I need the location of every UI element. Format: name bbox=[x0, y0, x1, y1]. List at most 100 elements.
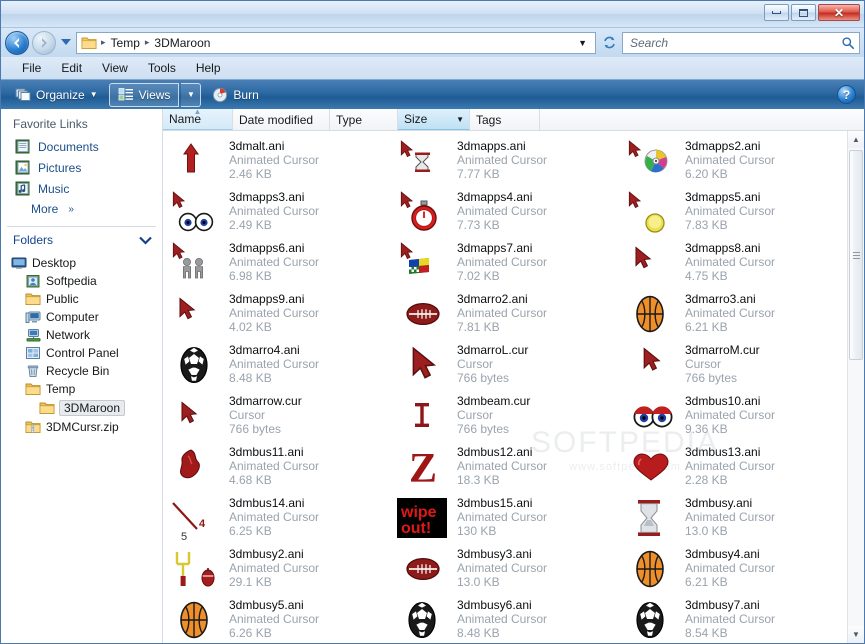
column-header-size[interactable]: Size ▼ bbox=[398, 109, 470, 130]
file-size: 7.77 KB bbox=[456, 167, 500, 181]
file-name: 3dmapps3.ani bbox=[229, 190, 305, 204]
file-icon bbox=[167, 444, 223, 490]
file-name: 3dmapps4.ani bbox=[456, 190, 533, 204]
breadcrumb-temp[interactable]: Temp bbox=[107, 35, 144, 51]
history-dropdown-button[interactable] bbox=[59, 31, 73, 55]
breadcrumb-3dmaroon[interactable]: 3DMaroon bbox=[150, 35, 214, 51]
forward-button[interactable] bbox=[32, 30, 56, 55]
scroll-up-button[interactable]: ▲ bbox=[848, 131, 864, 148]
tree-item-desktop[interactable]: Desktop bbox=[1, 254, 162, 272]
scrollbar-thumb[interactable] bbox=[849, 150, 863, 361]
tree-item-softpedia[interactable]: Softpedia bbox=[1, 272, 162, 290]
computer-icon bbox=[25, 311, 41, 323]
back-button[interactable] bbox=[5, 30, 29, 55]
file-tile[interactable]: 3dmbeam.cur Cursor 766 bytes bbox=[391, 390, 619, 441]
file-tile[interactable]: 3dmbusy6.ani Animated Cursor 8.48 KB bbox=[391, 594, 619, 643]
file-meta: 3dmarroL.cur Cursor 766 bytes bbox=[455, 342, 613, 386]
file-icon bbox=[167, 189, 223, 235]
file-tile[interactable]: 3dmbus10.ani Animated Cursor 9.36 KB bbox=[619, 390, 847, 441]
file-tile[interactable]: 3dmapps6.ani Animated Cursor 6.98 KB bbox=[163, 237, 391, 288]
column-header-date-modified[interactable]: Date modified bbox=[233, 109, 330, 130]
file-tile[interactable]: 3dmarro4.ani Animated Cursor 8.48 KB bbox=[163, 339, 391, 390]
menu-view[interactable]: View bbox=[93, 59, 137, 77]
file-meta: 3dmbus12.ani Animated Cursor 18.3 KB bbox=[455, 444, 613, 488]
breadcrumb[interactable]: ▸ Temp ▸ 3DMaroon ▼ bbox=[76, 31, 596, 54]
tree-item-network[interactable]: Network bbox=[1, 326, 162, 344]
file-tile[interactable]: 3dmapps5.ani Animated Cursor 7.83 KB bbox=[619, 186, 847, 237]
scrollbar-track[interactable] bbox=[848, 148, 864, 626]
file-tile[interactable]: 3dmapps9.ani Animated Cursor 4.02 KB bbox=[163, 288, 391, 339]
search-box[interactable]: Search bbox=[622, 31, 860, 54]
tree-item-temp[interactable]: Temp bbox=[1, 380, 162, 398]
file-tile[interactable]: 3dmarroL.cur Cursor 766 bytes bbox=[391, 339, 619, 390]
file-meta: 3dmarrow.cur Cursor 766 bytes bbox=[227, 393, 385, 437]
sidebar-item-music[interactable]: Music bbox=[1, 178, 162, 199]
file-tile[interactable]: Z 3dmbus12.ani Animated Cursor 18.3 KB bbox=[391, 441, 619, 492]
file-tile[interactable]: 3dmapps7.ani Animated Cursor 7.02 KB bbox=[391, 237, 619, 288]
folders-section-header[interactable]: Folders bbox=[1, 227, 162, 253]
file-tile[interactable]: 3dmapps4.ani Animated Cursor 7.73 KB bbox=[391, 186, 619, 237]
tree-item-3dmaroon[interactable]: 3DMaroon bbox=[1, 398, 162, 418]
minimize-button[interactable] bbox=[764, 4, 789, 21]
burn-button[interactable]: Burn bbox=[203, 83, 267, 107]
help-button[interactable]: ? bbox=[837, 85, 856, 104]
file-tile[interactable]: 3dmapps2.ani Animated Cursor 6.20 KB bbox=[619, 135, 847, 186]
file-tile[interactable]: 3dmbusy4.ani Animated Cursor 6.21 KB bbox=[619, 543, 847, 594]
tree-item-public[interactable]: Public bbox=[1, 290, 162, 308]
file-tile[interactable]: 3dmbus11.ani Animated Cursor 4.68 KB bbox=[163, 441, 391, 492]
views-dropdown-button[interactable]: ▼ bbox=[181, 82, 202, 107]
soccerball-icon bbox=[180, 347, 208, 383]
close-button[interactable]: ✕ bbox=[818, 4, 860, 21]
file-name: 3dmapps2.ani bbox=[684, 139, 761, 153]
file-tile[interactable]: 3dmbus13.ani Animated Cursor 2.28 KB bbox=[619, 441, 847, 492]
views-button[interactable]: Views bbox=[108, 82, 180, 107]
wipe-out-icon: wipeout! bbox=[396, 498, 447, 538]
file-tile[interactable]: 3dmarro3.ani Animated Cursor 6.21 KB bbox=[619, 288, 847, 339]
menu-tools[interactable]: Tools bbox=[139, 59, 185, 77]
menu-help[interactable]: Help bbox=[187, 59, 230, 77]
file-meta: 3dmapps4.ani Animated Cursor 7.73 KB bbox=[455, 189, 613, 233]
scroll-down-button[interactable]: ▼ bbox=[848, 626, 864, 643]
maximize-button[interactable] bbox=[791, 4, 816, 21]
breadcrumb-dropdown-icon[interactable]: ▼ bbox=[573, 38, 592, 48]
tree-item-computer[interactable]: Computer bbox=[1, 308, 162, 326]
file-tile[interactable]: 4 5 3dmbus14.ani Animated Cursor 6.25 KB bbox=[163, 492, 391, 543]
sidebar-item-more[interactable]: More » bbox=[1, 199, 162, 219]
tree-item-control-panel[interactable]: Control Panel bbox=[1, 344, 162, 362]
file-type: Animated Cursor bbox=[684, 612, 776, 626]
search-input[interactable]: Search bbox=[630, 36, 841, 50]
file-type: Animated Cursor bbox=[456, 204, 548, 218]
column-header-name[interactable]: ▲ Name bbox=[163, 107, 233, 130]
folders-title: Folders bbox=[13, 233, 54, 247]
menu-edit[interactable]: Edit bbox=[52, 59, 91, 77]
file-tile[interactable]: 3dmbusy.ani Animated Cursor 13.0 KB bbox=[619, 492, 847, 543]
tree-item-3dmcursr-zip[interactable]: 3DMCursr.zip bbox=[1, 418, 162, 436]
organize-button[interactable]: Organize ▼ bbox=[6, 83, 107, 107]
menu-file[interactable]: File bbox=[13, 59, 50, 77]
vertical-scrollbar[interactable]: ▲ ▼ bbox=[847, 131, 864, 643]
goalpost-icon bbox=[175, 552, 215, 587]
tree-item-recycle-bin[interactable]: Recycle Bin bbox=[1, 362, 162, 380]
file-tile[interactable]: 3dmapps8.ani Animated Cursor 4.75 KB bbox=[619, 237, 847, 288]
back-arrow-icon bbox=[14, 37, 19, 48]
file-tile[interactable]: wipe out! 3dmbus15.ani Animated Cursor 130 K… bbox=[391, 492, 619, 543]
zip-icon bbox=[25, 421, 41, 433]
column-header-type[interactable]: Type bbox=[330, 109, 398, 130]
file-tile[interactable]: 3dmbusy3.ani Animated Cursor 13.0 KB bbox=[391, 543, 619, 594]
file-tile[interactable]: 3dmarro2.ani Animated Cursor 7.81 KB bbox=[391, 288, 619, 339]
file-tile[interactable]: 3dmarroM.cur Cursor 766 bytes bbox=[619, 339, 847, 390]
file-tile[interactable]: 3dmbusy2.ani Animated Cursor 29.1 KB bbox=[163, 543, 391, 594]
column-header-tags[interactable]: Tags bbox=[470, 109, 540, 130]
tree-item-label: 3DMCursr.zip bbox=[46, 420, 119, 434]
file-tile[interactable]: 3dmalt.ani Animated Cursor 2.46 KB bbox=[163, 135, 391, 186]
refresh-button[interactable] bbox=[599, 35, 619, 50]
file-tile[interactable]: 3dmbusy7.ani Animated Cursor 8.54 KB bbox=[619, 594, 847, 643]
sidebar-item-documents[interactable]: Documents bbox=[1, 136, 162, 157]
column-dropdown-icon[interactable]: ▼ bbox=[456, 115, 464, 124]
file-tile[interactable]: 3dmapps.ani Animated Cursor 7.77 KB bbox=[391, 135, 619, 186]
sidebar-item-pictures[interactable]: Pictures bbox=[1, 157, 162, 178]
file-tile[interactable]: 3dmbusy5.ani Animated Cursor 6.26 KB bbox=[163, 594, 391, 643]
file-meta: 3dmarro2.ani Animated Cursor 7.81 KB bbox=[455, 291, 613, 335]
file-tile[interactable]: 3dmarrow.cur Cursor 766 bytes bbox=[163, 390, 391, 441]
file-tile[interactable]: 3dmapps3.ani Animated Cursor 2.49 KB bbox=[163, 186, 391, 237]
